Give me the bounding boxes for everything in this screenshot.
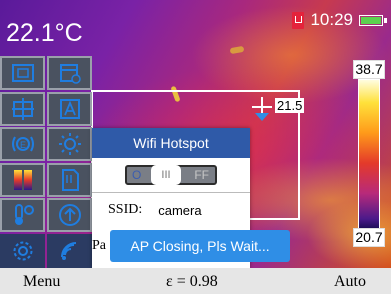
measure-area-icon bbox=[11, 64, 34, 82]
cursor-temperature: 21.5 bbox=[275, 98, 305, 113]
hot-streak bbox=[229, 45, 245, 55]
menu-tile-center-spot[interactable] bbox=[0, 91, 45, 126]
sd-card-icon bbox=[292, 11, 305, 29]
menu-tile-wifi[interactable] bbox=[47, 233, 92, 268]
menu-tile-emissivity[interactable]: E bbox=[0, 127, 45, 162]
calendar-settings-icon bbox=[59, 64, 81, 84]
temperature-settings-icon bbox=[14, 204, 34, 226]
picture-a-icon bbox=[59, 98, 80, 119]
menu-tile-settings[interactable] bbox=[0, 233, 45, 268]
clock: 10:29 bbox=[310, 10, 353, 29]
ssid-row: SSID: camera bbox=[92, 193, 250, 227]
toggle-knob[interactable]: III bbox=[151, 165, 181, 185]
color-palette-icon bbox=[13, 169, 32, 190]
menu-tile-palette[interactable] bbox=[0, 162, 45, 197]
ssid-label: SSID: bbox=[108, 202, 143, 217]
side-menu: E bbox=[0, 56, 92, 268]
toggle-on-label: O bbox=[132, 168, 142, 182]
brightness-icon bbox=[58, 133, 81, 156]
status-toast: AP Closing, Pls Wait... bbox=[110, 230, 290, 262]
menu-tile-document[interactable] bbox=[47, 162, 92, 197]
wifi-icon bbox=[60, 241, 76, 260]
hotspot-toggle[interactable]: O FF III bbox=[125, 165, 217, 185]
menu-tile-date-time[interactable] bbox=[47, 56, 92, 90]
battery-icon bbox=[359, 14, 387, 26]
cold-spot-marker-icon bbox=[255, 113, 269, 121]
menu-tile-brightness[interactable] bbox=[47, 127, 92, 162]
password-label: Pa bbox=[92, 238, 106, 253]
document-icon bbox=[61, 168, 79, 191]
toggle-off-label: FF bbox=[194, 168, 209, 182]
hotspot-toggle-row: O FF III bbox=[92, 158, 250, 193]
dialog-title: Wifi Hotspot bbox=[92, 128, 250, 158]
menu-tile-temperature-settings[interactable] bbox=[0, 198, 45, 233]
auto-softkey[interactable]: Auto bbox=[334, 273, 366, 291]
menu-softkey[interactable]: Menu bbox=[23, 273, 60, 291]
emissivity-readout[interactable]: ε = 0.98 bbox=[166, 273, 218, 291]
emissivity-icon: E bbox=[11, 136, 34, 152]
gear-icon bbox=[13, 241, 32, 261]
center-spot-icon bbox=[11, 97, 34, 120]
arrow-up-icon bbox=[58, 204, 81, 227]
bottom-bar: Menu ε = 0.98 Auto bbox=[0, 268, 391, 294]
menu-tile-picture[interactable] bbox=[47, 91, 92, 126]
thermal-camera-screen: 22.1°C 10:29 38.7 20.7 21.5 E Wifi Hotsp… bbox=[0, 0, 391, 294]
menu-tile-measure-area[interactable] bbox=[0, 56, 45, 90]
temperature-scale-bar bbox=[358, 79, 380, 232]
center-temperature-readout: 22.1°C bbox=[6, 19, 83, 47]
scale-max-label: 38.7 bbox=[353, 60, 385, 79]
scale-min-label: 20.7 bbox=[353, 228, 385, 247]
status-area: 10:29 bbox=[292, 10, 387, 30]
svg-text:E: E bbox=[19, 140, 25, 150]
menu-tile-upload[interactable] bbox=[47, 198, 92, 233]
ssid-value: camera bbox=[158, 202, 202, 218]
